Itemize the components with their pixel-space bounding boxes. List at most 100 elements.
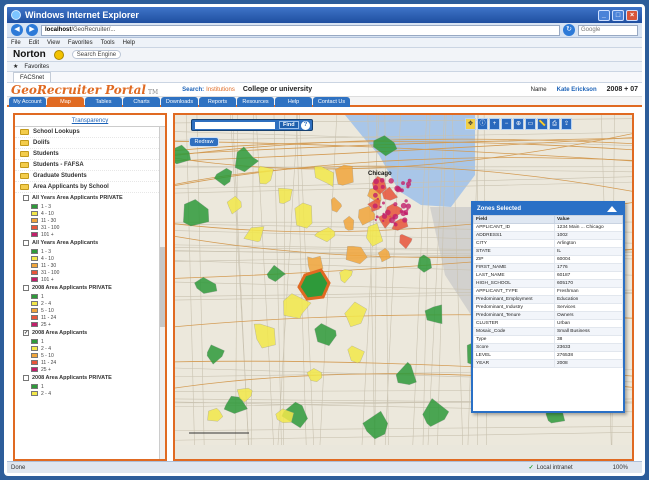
info-window-header[interactable]: Zones Selected <box>473 203 623 215</box>
header-right: Name Kate Erickson 2008 + 07 <box>531 86 638 93</box>
select-icon[interactable]: ▭ <box>525 118 536 130</box>
identify-icon[interactable]: ⓘ <box>477 118 488 130</box>
table-row: Predominant_Tenure Owners <box>473 311 624 320</box>
tab-help[interactable]: Help <box>275 97 312 107</box>
favorites-label[interactable]: Favorites <box>24 64 49 70</box>
layer-item[interactable]: All Years Area Applicants PRIVATE <box>15 193 165 203</box>
browser-search-input[interactable]: Google <box>578 24 638 36</box>
info-table: Field Value APPLICANT_ID 1234 Main ... Ch… <box>473 215 624 368</box>
norton-logo: Norton <box>13 49 46 60</box>
redraw-button[interactable]: Redraw <box>189 137 219 147</box>
search-value[interactable]: College or university <box>243 86 312 93</box>
menu-favorites[interactable]: Favorites <box>68 40 93 46</box>
legend-label: 4 - 10 <box>41 255 54 262</box>
tab-charts[interactable]: Charts <box>123 97 160 107</box>
norton-check-icon[interactable] <box>53 49 64 60</box>
layer-checkbox[interactable]: ✓ <box>23 330 29 336</box>
city-label: Chicago <box>368 171 392 177</box>
legend-swatch <box>31 263 38 268</box>
applicant-dot <box>380 184 385 189</box>
menu-help[interactable]: Help <box>123 40 135 46</box>
measure-icon[interactable]: 📏 <box>537 118 548 130</box>
forward-button[interactable]: ▶ <box>26 24 38 36</box>
layer-checkbox[interactable] <box>23 240 29 246</box>
info-window: Zones Selected Field Value APPLICANT_ID 1… <box>471 201 625 413</box>
legend-swatch <box>31 249 38 254</box>
layer-item[interactable]: ✓ 2008 Area Applicants <box>15 328 165 338</box>
layer-item[interactable]: 2008 Area Applicants PRIVATE <box>15 373 165 383</box>
tab-reports[interactable]: Reports <box>199 97 236 107</box>
menu-view[interactable]: View <box>47 40 60 46</box>
legend-label: 11 - 30 <box>41 217 57 224</box>
layer-item[interactable]: All Years Area Applicants <box>15 238 165 248</box>
folder-item[interactable]: Students <box>15 149 165 160</box>
layer-checkbox[interactable] <box>23 375 29 381</box>
star-icon[interactable]: ★ <box>13 63 18 70</box>
legend-row: 11 - 30 <box>15 217 165 224</box>
refresh-button[interactable]: ↻ <box>563 24 575 36</box>
full-extent-icon[interactable]: ⊕ <box>513 118 524 130</box>
tab-map[interactable]: Map <box>47 97 84 107</box>
tab-tables[interactable]: Tables <box>85 97 122 107</box>
info-value-cell: 60004 <box>553 255 624 264</box>
maximize-button[interactable]: □ <box>612 9 624 21</box>
legend-swatch <box>31 301 38 306</box>
tab-my-account[interactable]: My Account <box>9 97 46 107</box>
collapse-icon[interactable] <box>607 206 617 212</box>
table-row: ZIP 60004 <box>473 255 624 264</box>
zone-label: Local intranet <box>536 464 573 471</box>
sidebar-scroll-thumb[interactable] <box>160 247 165 327</box>
browser-tab[interactable]: FACSnet <box>13 72 52 82</box>
export-icon[interactable]: ⇪ <box>561 118 572 130</box>
map-search-button[interactable]: Find <box>279 121 299 129</box>
pan-icon[interactable]: ✥ <box>465 118 476 130</box>
folder-item[interactable]: School Lookups <box>15 127 165 138</box>
zip-zone[interactable] <box>335 164 354 186</box>
applicant-dot <box>399 188 403 192</box>
zoom-level[interactable]: 100% <box>613 465 628 471</box>
close-button[interactable]: × <box>626 9 638 21</box>
help-icon[interactable]: ? <box>301 121 310 130</box>
address-input[interactable]: localhost/GeoRecruiter/... <box>41 24 560 36</box>
folder-item[interactable]: Graduate Students <box>15 171 165 182</box>
folder-icon <box>20 184 29 190</box>
map-search-input[interactable] <box>195 122 275 129</box>
folder-item[interactable]: Students - FAFSA <box>15 160 165 171</box>
check-icon: ✓ <box>528 465 534 471</box>
menu-edit[interactable]: Edit <box>29 40 39 46</box>
layer-checkbox[interactable] <box>23 285 29 291</box>
print-icon[interactable]: ⎙ <box>549 118 560 130</box>
norton-search-input[interactable]: Search Engine <box>71 50 122 59</box>
menu-file[interactable]: File <box>11 40 21 46</box>
legend-label: 1 - 3 <box>41 203 52 210</box>
layer-checkbox[interactable] <box>23 195 29 201</box>
legend-swatch <box>31 211 38 216</box>
back-button[interactable]: ◀ <box>11 24 23 36</box>
map-view[interactable]: Find ? Redraw ✥ ⓘ + − ⊕ ▭ 📏 ⎙ ⇪ Chicago Zones Se… <box>173 113 634 461</box>
legend-label: 31 - 100 <box>41 269 60 276</box>
info-field-cell: Predominant_Employment <box>473 295 555 304</box>
transparency-link[interactable]: Transparency <box>15 115 165 127</box>
tab-downloads[interactable]: Downloads <box>161 97 198 107</box>
user-name[interactable]: Kate Erickson <box>557 87 597 93</box>
zoom-in-icon[interactable]: + <box>489 118 500 130</box>
tab-resources[interactable]: Resources <box>237 97 274 107</box>
legend-label: 2 - 4 <box>41 345 52 352</box>
minimize-button[interactable]: _ <box>598 9 610 21</box>
map-search-bar: Find ? <box>191 119 313 131</box>
sidebar-scrollbar[interactable] <box>159 127 165 459</box>
applicant-dot <box>381 201 386 205</box>
folder-item[interactable]: Dolifs <box>15 138 165 149</box>
zoom-out-icon[interactable]: − <box>501 118 512 130</box>
info-table-body: APPLICANT_ID 1234 Main ... Chicago ADDRESS… <box>473 223 624 368</box>
tab-contact-us[interactable]: Contact Us <box>313 97 350 107</box>
layer-label: All Years Area Applicants PRIVATE <box>32 195 123 201</box>
search-type-dropdown[interactable]: Institutions <box>206 87 235 93</box>
legend-label: 25 + <box>41 366 51 373</box>
menu-tools[interactable]: Tools <box>101 40 115 46</box>
legend-row: 2 - 4 <box>15 345 165 352</box>
info-value-cell: Small Business <box>553 327 624 336</box>
folder-item[interactable]: Area Applicants by School <box>15 182 165 193</box>
zip-zone[interactable] <box>294 202 313 229</box>
layer-item[interactable]: 2008 Area Applicants PRIVATE <box>15 283 165 293</box>
